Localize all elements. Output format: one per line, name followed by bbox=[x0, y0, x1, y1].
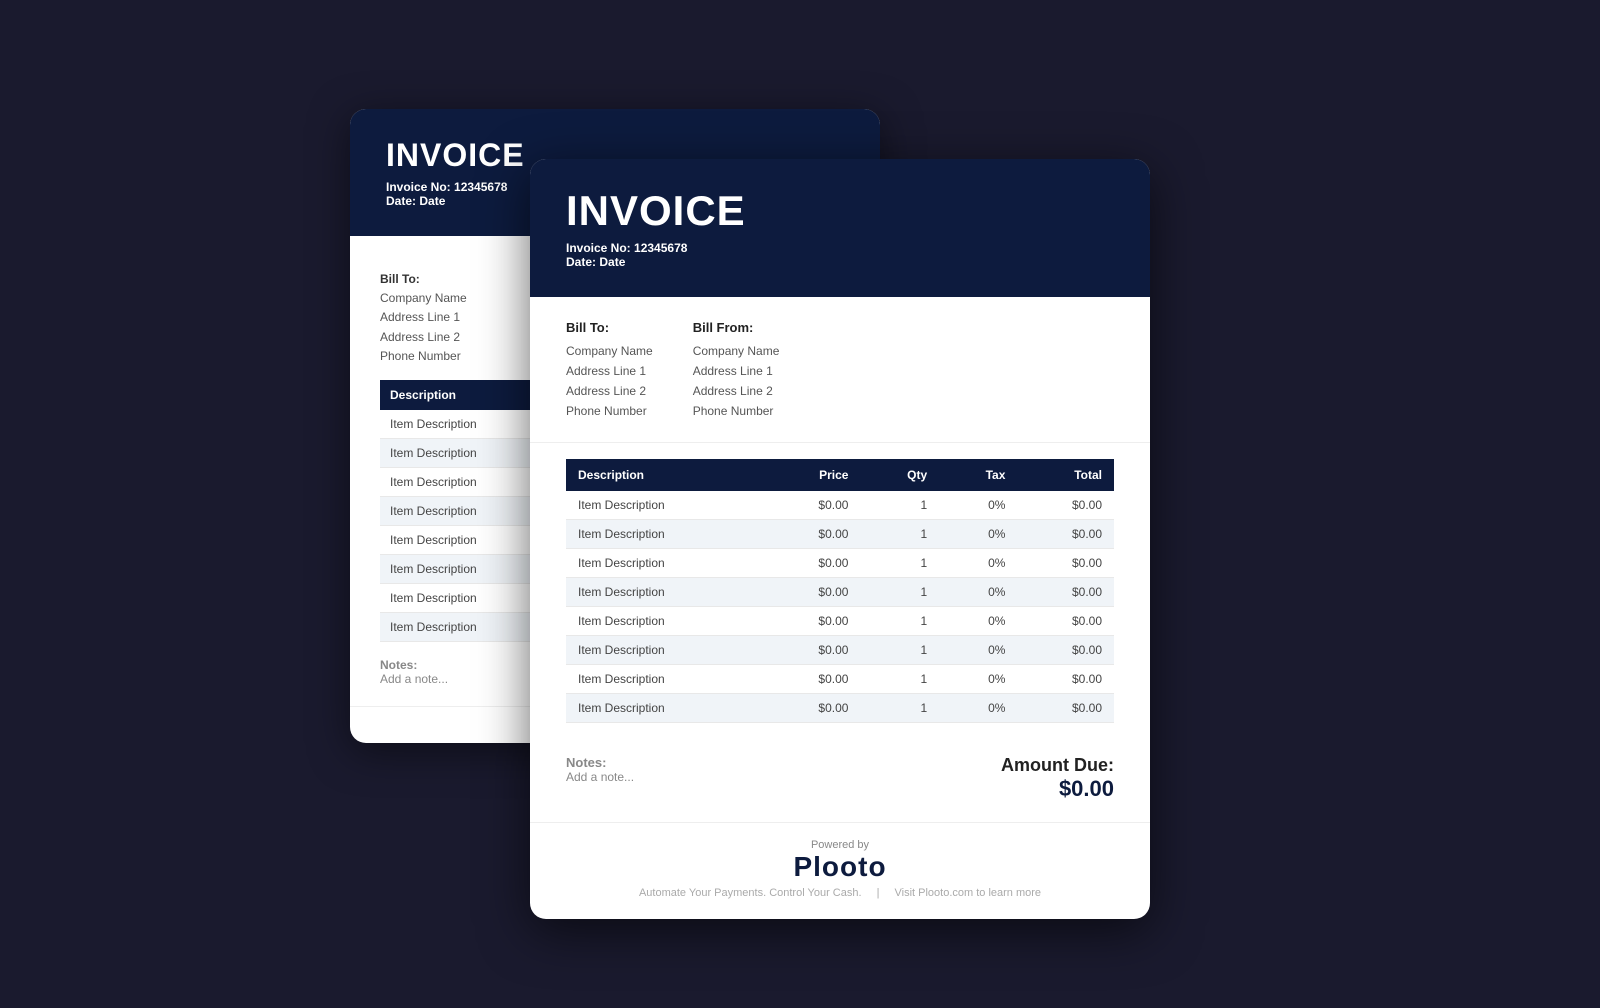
front-table-row: Item Description$0.0010%$0.00 bbox=[566, 491, 1114, 520]
front-item-price: $0.00 bbox=[764, 491, 861, 520]
footer-visit: Visit Plooto.com to learn more bbox=[895, 887, 1042, 899]
front-item-total: $0.00 bbox=[1017, 693, 1114, 722]
front-item-desc: Item Description bbox=[566, 491, 764, 520]
col-description: Description bbox=[566, 459, 764, 491]
bill-from-label: Bill From: bbox=[693, 317, 780, 338]
front-item-qty: 1 bbox=[860, 635, 939, 664]
front-footer: Powered by Plooto Automate Your Payments… bbox=[530, 822, 1150, 919]
front-notes-text: Add a note... bbox=[566, 770, 634, 784]
front-bottom: Notes: Add a note... Amount Due: $0.00 bbox=[530, 739, 1150, 822]
front-item-qty: 1 bbox=[860, 491, 939, 520]
footer-tagline: Automate Your Payments. Control Your Cas… bbox=[550, 887, 1130, 899]
front-invoice-title: INVOICE bbox=[566, 187, 1114, 235]
front-item-tax: 0% bbox=[939, 491, 1017, 520]
front-item-tax: 0% bbox=[939, 606, 1017, 635]
col-price: Price bbox=[764, 459, 861, 491]
front-notes: Notes: Add a note... bbox=[566, 755, 634, 784]
bill-from-address2: Address Line 2 bbox=[693, 382, 780, 402]
front-item-desc: Item Description bbox=[566, 606, 764, 635]
amount-due-label: Amount Due: bbox=[1001, 755, 1114, 775]
front-item-qty: 1 bbox=[860, 664, 939, 693]
powered-by-text: Powered by bbox=[550, 839, 1130, 851]
front-item-tax: 0% bbox=[939, 548, 1017, 577]
front-item-price: $0.00 bbox=[764, 577, 861, 606]
front-item-desc: Item Description bbox=[566, 664, 764, 693]
bill-from-company: Company Name bbox=[693, 342, 780, 362]
front-item-price: $0.00 bbox=[764, 693, 861, 722]
bill-to-company: Company Name bbox=[566, 342, 653, 362]
footer-separator: | bbox=[877, 887, 880, 899]
front-item-tax: 0% bbox=[939, 635, 1017, 664]
front-billing-section: Bill To: Company Name Address Line 1 Add… bbox=[530, 297, 1150, 443]
front-item-qty: 1 bbox=[860, 548, 939, 577]
front-item-tax: 0% bbox=[939, 664, 1017, 693]
front-item-desc: Item Description bbox=[566, 635, 764, 664]
bill-from-section: Bill From: Company Name Address Line 1 A… bbox=[693, 317, 780, 422]
tagline-text: Automate Your Payments. Control Your Cas… bbox=[639, 887, 862, 899]
amount-due-section: Amount Due: $0.00 bbox=[1001, 755, 1114, 802]
front-item-price: $0.00 bbox=[764, 664, 861, 693]
front-item-total: $0.00 bbox=[1017, 606, 1114, 635]
front-item-total: $0.00 bbox=[1017, 635, 1114, 664]
amount-due-value: $0.00 bbox=[1001, 776, 1114, 802]
front-item-price: $0.00 bbox=[764, 519, 861, 548]
front-item-desc: Item Description bbox=[566, 577, 764, 606]
front-table-row: Item Description$0.0010%$0.00 bbox=[566, 635, 1114, 664]
front-item-tax: 0% bbox=[939, 519, 1017, 548]
front-table-row: Item Description$0.0010%$0.00 bbox=[566, 664, 1114, 693]
front-item-price: $0.00 bbox=[764, 548, 861, 577]
front-item-total: $0.00 bbox=[1017, 577, 1114, 606]
front-invoice-table: Description Price Qty Tax Total Item Des… bbox=[566, 459, 1114, 723]
front-item-total: $0.00 bbox=[1017, 664, 1114, 693]
front-card-header: INVOICE Invoice No: 12345678 Date: Date bbox=[530, 159, 1150, 297]
front-item-desc: Item Description bbox=[566, 519, 764, 548]
front-notes-label: Notes: bbox=[566, 755, 634, 770]
front-item-qty: 1 bbox=[860, 693, 939, 722]
bill-to-phone: Phone Number bbox=[566, 402, 653, 422]
front-item-total: $0.00 bbox=[1017, 548, 1114, 577]
bill-to-address2: Address Line 2 bbox=[566, 382, 653, 402]
front-item-price: $0.00 bbox=[764, 635, 861, 664]
bill-to-label: Bill To: bbox=[566, 317, 653, 338]
front-table-row: Item Description$0.0010%$0.00 bbox=[566, 693, 1114, 722]
front-table-row: Item Description$0.0010%$0.00 bbox=[566, 548, 1114, 577]
front-table-row: Item Description$0.0010%$0.00 bbox=[566, 577, 1114, 606]
bill-to-address1: Address Line 1 bbox=[566, 362, 653, 382]
front-table-row: Item Description$0.0010%$0.00 bbox=[566, 606, 1114, 635]
front-item-desc: Item Description bbox=[566, 548, 764, 577]
front-item-total: $0.00 bbox=[1017, 491, 1114, 520]
bill-from-phone: Phone Number bbox=[693, 402, 780, 422]
front-table-row: Item Description$0.0010%$0.00 bbox=[566, 519, 1114, 548]
bill-from-address1: Address Line 1 bbox=[693, 362, 780, 382]
front-item-qty: 1 bbox=[860, 577, 939, 606]
front-item-desc: Item Description bbox=[566, 693, 764, 722]
front-item-tax: 0% bbox=[939, 693, 1017, 722]
col-qty: Qty bbox=[860, 459, 939, 491]
front-item-total: $0.00 bbox=[1017, 519, 1114, 548]
col-total: Total bbox=[1017, 459, 1114, 491]
bill-to-section: Bill To: Company Name Address Line 1 Add… bbox=[566, 317, 653, 422]
invoice-card-front: INVOICE Invoice No: 12345678 Date: Date … bbox=[530, 159, 1150, 919]
front-item-qty: 1 bbox=[860, 606, 939, 635]
front-item-price: $0.00 bbox=[764, 606, 861, 635]
plooto-logo: Plooto bbox=[550, 851, 1130, 883]
front-item-tax: 0% bbox=[939, 577, 1017, 606]
front-table-wrapper: Description Price Qty Tax Total Item Des… bbox=[530, 443, 1150, 739]
front-item-qty: 1 bbox=[860, 519, 939, 548]
front-invoice-meta: Invoice No: 12345678 Date: Date bbox=[566, 241, 1114, 269]
col-tax: Tax bbox=[939, 459, 1017, 491]
